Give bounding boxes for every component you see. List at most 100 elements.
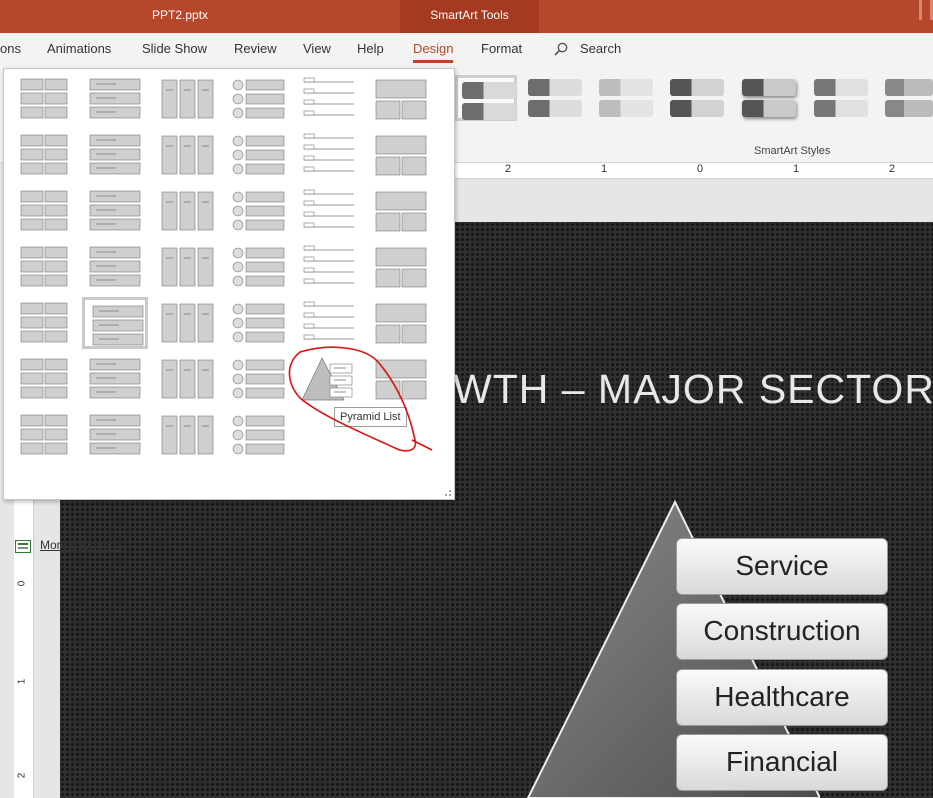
layout-icon [232, 135, 285, 175]
layout-thumbnail[interactable] [296, 73, 362, 125]
smartart-style-thumb[interactable] [595, 75, 657, 121]
layout-icon [375, 135, 427, 176]
layout-thumbnail[interactable] [82, 409, 148, 461]
smartart-style-thumb[interactable] [524, 75, 586, 121]
layout-icon [20, 246, 68, 287]
layout-icon [375, 359, 427, 400]
layout-thumbnail[interactable] [82, 353, 148, 405]
smartart-style-thumb[interactable] [455, 75, 517, 121]
layout-thumbnail[interactable] [82, 129, 148, 181]
layout-thumbnail[interactable] [11, 409, 77, 461]
layout-thumbnail[interactable] [368, 353, 434, 405]
layout-icon [89, 78, 141, 119]
layout-thumbnail[interactable] [225, 129, 291, 181]
layout-thumbnail[interactable] [11, 185, 77, 237]
layout-thumbnail[interactable] [368, 185, 434, 237]
layout-thumbnail[interactable] [11, 241, 77, 293]
smartart-tools-tab[interactable]: SmartArt Tools [400, 0, 539, 33]
more-layouts-label: More Layouts... [40, 538, 123, 552]
layout-icon [232, 79, 285, 119]
tab-design[interactable]: Design [413, 41, 454, 63]
layout-thumbnail[interactable] [225, 185, 291, 237]
layout-thumbnail[interactable] [296, 185, 362, 237]
smartart-style-thumb[interactable] [666, 75, 728, 121]
layout-thumbnail[interactable] [11, 73, 77, 125]
layout-icon [303, 77, 354, 116]
layout-icon [232, 247, 285, 287]
tab-help[interactable]: Help [357, 41, 384, 56]
layout-thumbnail[interactable] [82, 297, 148, 349]
layout-icon [161, 415, 214, 455]
horizontal-ruler: 2 1 0 1 2 [455, 163, 933, 179]
layout-icon [375, 303, 427, 344]
document-title: PPT2.pptx [152, 8, 209, 22]
layout-icon [303, 301, 354, 340]
layout-thumbnail[interactable] [296, 129, 362, 181]
layout-thumbnail[interactable] [296, 297, 362, 349]
layout-thumbnail[interactable] [82, 241, 148, 293]
layout-thumbnail[interactable] [11, 129, 77, 181]
resize-grip-icon[interactable] [444, 489, 452, 497]
more-layouts-button[interactable]: More Layouts... [7, 535, 307, 557]
layout-icon [92, 305, 144, 346]
window-control-icon[interactable] [919, 0, 933, 20]
layout-thumbnail[interactable] [225, 353, 291, 405]
tab-slide-show[interactable]: Slide Show [142, 41, 207, 56]
layout-tooltip: Pyramid List [334, 407, 407, 427]
smartart-style-thumb[interactable] [881, 75, 933, 121]
layout-icon [89, 246, 141, 287]
layout-thumbnail[interactable] [154, 241, 220, 293]
layout-thumbnail[interactable] [368, 241, 434, 293]
ruler-number: 2 [505, 163, 512, 175]
layout-thumbnail[interactable] [368, 73, 434, 125]
layout-thumbnail[interactable] [11, 353, 77, 405]
layout-thumbnail[interactable] [154, 73, 220, 125]
layout-icon [20, 190, 68, 231]
ribbon-tabs: ons Animations Slide Show Review View He… [0, 33, 933, 65]
layout-icon [20, 134, 68, 175]
layout-icon [20, 358, 68, 399]
layout-thumbnail[interactable] [368, 129, 434, 181]
layout-icon [161, 359, 214, 399]
ruler-number: 1 [601, 163, 608, 175]
layout-thumbnail[interactable] [225, 241, 291, 293]
layout-thumbnail[interactable] [154, 409, 220, 461]
layout-icon [375, 247, 427, 288]
smartart-layout-gallery[interactable]: More Layouts... [3, 68, 455, 553]
smartart-styles-group-label: SmartArt Styles [754, 145, 831, 157]
sector-box-construction[interactable]: Construction [676, 603, 888, 660]
search-icon[interactable] [554, 42, 568, 56]
slide-title[interactable]: WTH – MAJOR SECTORS [453, 366, 933, 413]
layout-thumbnail[interactable] [225, 409, 291, 461]
layout-thumbnail[interactable] [225, 73, 291, 125]
layout-icon [375, 79, 427, 120]
tab-transitions[interactable]: ons [0, 41, 21, 56]
title-bar: PPT2.pptx SmartArt Tools [0, 0, 933, 33]
tab-review[interactable]: Review [234, 41, 277, 56]
layout-icon [20, 78, 68, 119]
sector-box-healthcare[interactable]: Healthcare [676, 669, 888, 726]
layout-thumbnail[interactable] [82, 73, 148, 125]
layout-thumbnail[interactable] [225, 297, 291, 349]
layout-icon [161, 79, 214, 119]
layout-thumbnail[interactable] [82, 185, 148, 237]
layout-thumbnail[interactable] [296, 241, 362, 293]
ruler-number: 1 [793, 163, 800, 175]
layout-thumbnail[interactable] [154, 353, 220, 405]
layout-icon [301, 357, 353, 401]
search-box[interactable]: Search [580, 41, 621, 56]
layout-thumbnail[interactable] [368, 297, 434, 349]
sector-box-financial[interactable]: Financial [676, 734, 888, 791]
layout-thumbnail[interactable] [154, 185, 220, 237]
tab-format[interactable]: Format [481, 41, 522, 56]
tab-view[interactable]: View [303, 41, 331, 56]
ruler-number: 2 [889, 163, 896, 175]
smartart-style-thumb[interactable] [810, 75, 872, 121]
sector-box-service[interactable]: Service [676, 538, 888, 595]
layout-thumbnail[interactable] [154, 297, 220, 349]
smartart-style-thumb[interactable] [738, 75, 800, 121]
layout-pyramid-list[interactable] [296, 353, 362, 405]
layout-thumbnail[interactable] [11, 297, 77, 349]
tab-animations[interactable]: Animations [47, 41, 111, 56]
layout-thumbnail[interactable] [154, 129, 220, 181]
